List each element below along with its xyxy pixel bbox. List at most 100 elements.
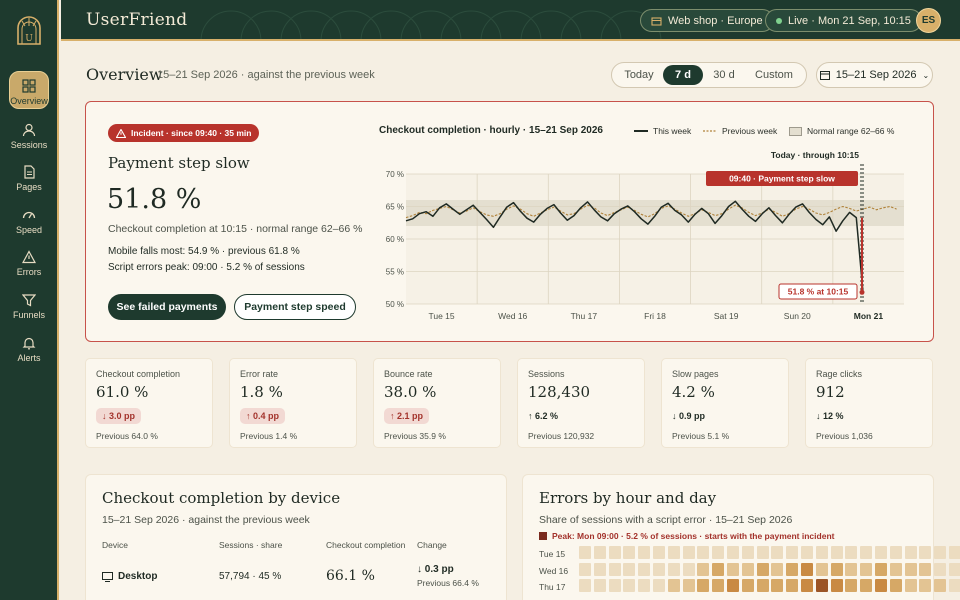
sidebar-item-errors[interactable]: Errors (9, 241, 49, 279)
heatmap-cell[interactable] (667, 579, 680, 592)
range-custom[interactable]: Custom (745, 65, 803, 85)
heatmap-cell[interactable] (875, 546, 887, 559)
heatmap-cell[interactable] (712, 546, 725, 559)
heatmap-cell[interactable] (949, 546, 960, 559)
heatmap-cell[interactable] (845, 546, 858, 559)
kpi-card[interactable]: Error rate 1.8 % ↑ 0.4 pp Previous 1.4 % (229, 358, 357, 448)
heatmap-cell[interactable] (889, 546, 902, 559)
heatmap-cell[interactable] (653, 546, 665, 559)
kpi-card[interactable]: Slow pages 4.2 % ↓ 0.9 pp Previous 5.1 % (661, 358, 789, 448)
heatmap-cell[interactable] (579, 546, 591, 559)
heatmap-cell[interactable] (934, 579, 947, 592)
heatmap-cell[interactable] (889, 562, 902, 576)
see-failed-payments-button[interactable]: See failed payments (108, 294, 226, 320)
heatmap-cell[interactable] (845, 562, 858, 576)
heatmap-cell[interactable] (904, 579, 917, 592)
range-30d[interactable]: 30 d (703, 65, 745, 85)
sidebar-item-overview[interactable]: Overview (9, 71, 49, 109)
date-picker-button[interactable]: 15–21 Sep 2026 ⌄ (816, 62, 933, 88)
heatmap-cell[interactable] (919, 546, 932, 559)
sidebar-item-sessions[interactable]: Sessions (9, 114, 49, 152)
heatmap-cell[interactable] (667, 546, 680, 559)
heatmap-cell[interactable] (875, 562, 887, 576)
heatmap-cell[interactable] (934, 546, 947, 559)
sidebar-item-pages[interactable]: Pages (9, 156, 49, 194)
avatar[interactable]: ES (916, 8, 941, 33)
heatmap-cell[interactable] (756, 562, 769, 576)
heatmap-cell[interactable] (727, 579, 739, 592)
kpi-card[interactable]: Rage clicks 912 ↓ 12 % Previous 1,036 (805, 358, 933, 448)
heatmap-cell[interactable] (727, 562, 739, 576)
heatmap-cell[interactable] (771, 546, 784, 559)
heatmap-cell[interactable] (860, 546, 873, 559)
checkout-completion-chart[interactable]: 70 % 65 % 60 % 55 % 50 % Tue 15 Wed 16 Thu 17 Fr… (376, 152, 916, 332)
heatmap-cell[interactable] (638, 546, 651, 559)
heatmap-cell[interactable] (815, 562, 828, 576)
kpi-card[interactable]: Bounce rate 38.0 % ↑ 2.1 pp Previous 35.9 % (373, 358, 501, 448)
heatmap-cell[interactable] (608, 546, 621, 559)
heatmap-cell[interactable] (712, 562, 725, 576)
legend-this-week[interactable]: This week (634, 126, 691, 136)
heatmap-cell[interactable] (786, 546, 799, 559)
heatmap-cell[interactable] (638, 579, 651, 592)
range-7d[interactable]: 7 d (663, 65, 703, 85)
sidebar-item-funnels[interactable]: Funnels (9, 284, 49, 322)
heatmap-cell[interactable] (741, 562, 754, 576)
heatmap-cell[interactable] (667, 562, 680, 576)
heatmap-cell[interactable] (756, 579, 769, 592)
heatmap-cell[interactable] (815, 579, 828, 592)
heatmap-cell[interactable] (741, 579, 754, 592)
heatmap-cell[interactable] (949, 562, 960, 576)
heatmap-cell[interactable] (697, 562, 710, 576)
heatmap-cell[interactable] (697, 546, 710, 559)
heatmap-cell[interactable] (786, 579, 799, 592)
heatmap-cell[interactable] (771, 579, 784, 592)
heatmap-cell[interactable] (653, 562, 665, 576)
heatmap-cell[interactable] (904, 546, 917, 559)
heatmap-cell[interactable] (830, 546, 843, 559)
heatmap-cell[interactable] (889, 579, 902, 592)
heatmap-cell[interactable] (919, 579, 932, 592)
live-status[interactable]: Live · Mon 21 Sep, 10:15 (765, 9, 922, 32)
heatmap-cell[interactable] (801, 546, 813, 559)
legend-previous-week[interactable]: Previous week (703, 126, 777, 136)
payment-step-speed-button[interactable]: Payment step speed (234, 294, 356, 320)
heatmap-cell[interactable] (801, 579, 813, 592)
sidebar-item-speed[interactable]: Speed (9, 199, 49, 237)
heatmap-cell[interactable] (786, 562, 799, 576)
heatmap-cell[interactable] (608, 579, 621, 592)
heatmap-cell[interactable] (845, 579, 858, 592)
heatmap-cell[interactable] (875, 579, 887, 592)
heatmap-cell[interactable] (756, 546, 769, 559)
heatmap-cell[interactable] (579, 579, 591, 592)
heatmap-cell[interactable] (771, 562, 784, 576)
heatmap-cell[interactable] (815, 546, 828, 559)
legend-normal-range[interactable]: Normal range 62–66 % (789, 126, 894, 136)
heatmap-cell[interactable] (860, 562, 873, 576)
heatmap-cell[interactable] (741, 546, 754, 559)
sidebar-item-alerts[interactable]: Alerts (9, 327, 49, 365)
heatmap-cell[interactable] (830, 579, 843, 592)
heatmap-cell[interactable] (593, 579, 606, 592)
heatmap-cell[interactable] (623, 546, 636, 559)
heatmap-cell[interactable] (682, 546, 695, 559)
range-today[interactable]: Today (615, 65, 663, 85)
heatmap-cell[interactable] (653, 579, 665, 592)
heatmap-cell[interactable] (712, 579, 725, 592)
heatmap-cell[interactable] (579, 562, 591, 576)
kpi-card[interactable]: Sessions 128,430 ↑ 6.2 % Previous 120,932 (517, 358, 645, 448)
heatmap-cell[interactable] (593, 562, 606, 576)
heatmap-cell[interactable] (682, 579, 695, 592)
heatmap-cell[interactable] (638, 562, 651, 576)
heatmap-cell[interactable] (623, 562, 636, 576)
heatmap-cell[interactable] (934, 562, 947, 576)
heatmap-cell[interactable] (682, 562, 695, 576)
heatmap-cell[interactable] (830, 562, 843, 576)
heatmap-cell[interactable] (623, 579, 636, 592)
heatmap-cell[interactable] (904, 562, 917, 576)
heatmap-cell[interactable] (697, 579, 710, 592)
heatmap-cell[interactable] (727, 546, 739, 559)
heatmap-cell[interactable] (593, 546, 606, 559)
workspace-selector[interactable]: Web shop · Europe (640, 9, 774, 32)
kpi-card[interactable]: Checkout completion 61.0 % ↓ 3.0 pp Previou… (85, 358, 213, 448)
